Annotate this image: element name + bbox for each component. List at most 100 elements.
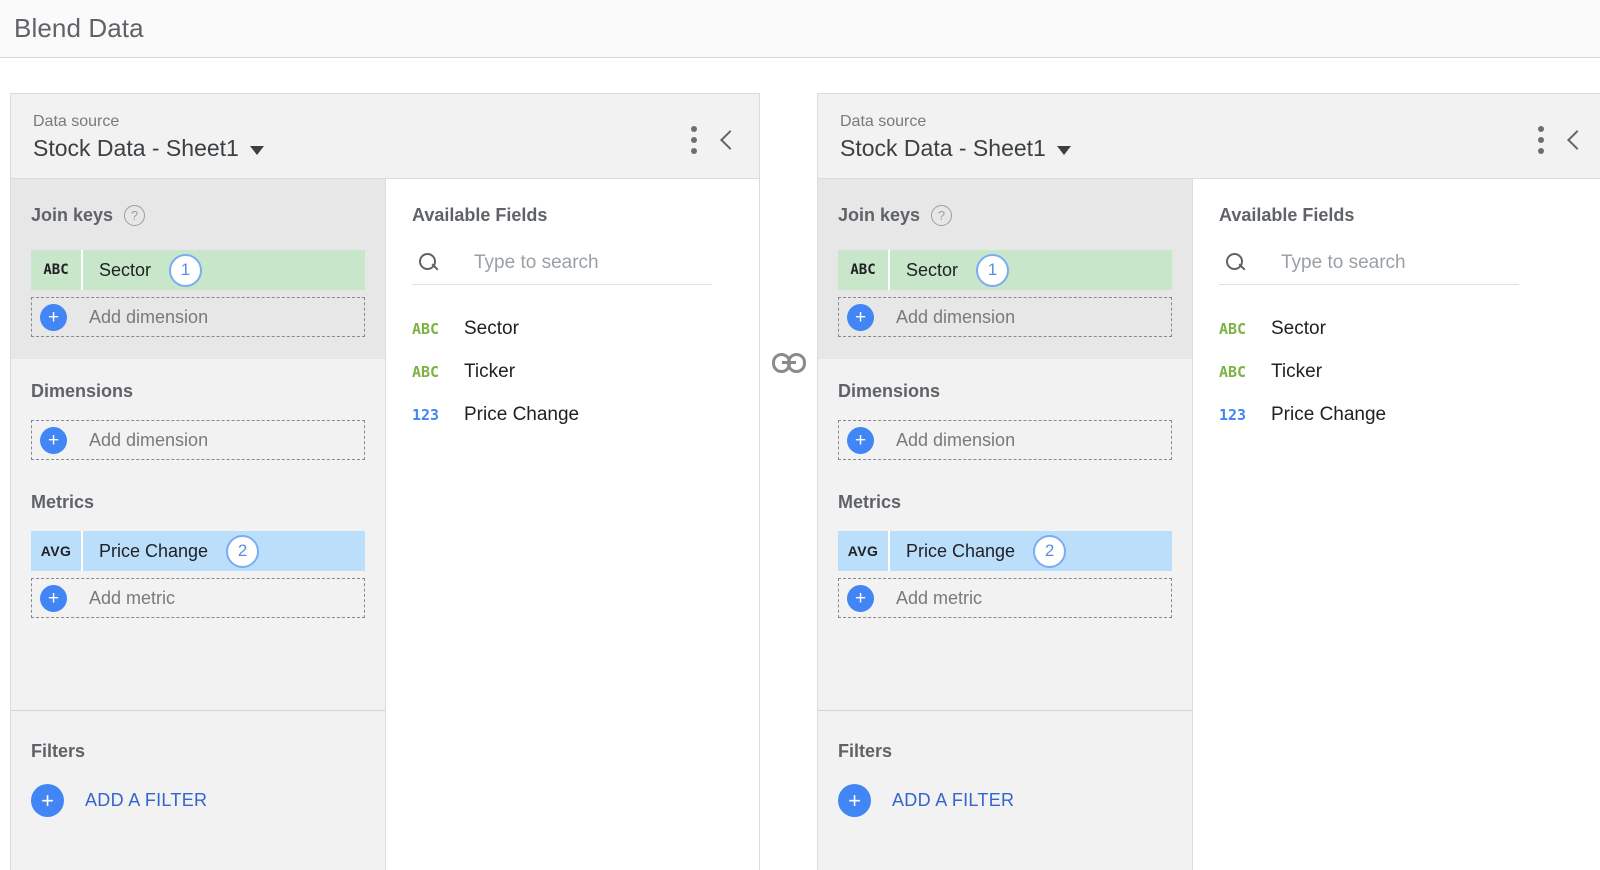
add-dimension-1[interactable]: + Add dimension [31,420,365,460]
number-field-icon: 123 [1219,406,1271,424]
data-source-block-1[interactable]: Data source Stock Data - Sheet1 [33,112,687,162]
chevron-left-icon[interactable] [717,130,737,150]
metric-aggregation-badge: AVG [31,531,83,571]
join-key-pill-1[interactable]: ABC Sector 1 [31,250,365,290]
field-name: Price Change [1271,404,1386,426]
join-keys-section-1: Join keys ? ABC Sector 1 + Add dimension [11,179,385,359]
list-item[interactable]: 123 Price Change [412,393,733,436]
add-join-key-dimension-2[interactable]: + Add dimension [838,297,1172,337]
metric-name: Price Change [83,541,208,562]
add-dimension-label: Add dimension [67,307,208,328]
list-item[interactable]: ABC Ticker [412,350,733,393]
panels-row: Data source Stock Data - Sheet1 Join key… [0,93,1600,870]
data-source-selector-2[interactable]: Stock Data - Sheet1 [840,134,1534,162]
plus-icon: + [40,427,67,454]
dimensions-title-2: Dimensions [838,381,940,402]
add-join-key-dimension-1[interactable]: + Add dimension [31,297,365,337]
number-field-icon: 123 [412,406,464,424]
available-fields-search-1[interactable]: Type to search [412,252,712,285]
search-placeholder: Type to search [1247,252,1406,274]
add-filter-button-2[interactable]: + ADD A FILTER [838,784,1172,817]
help-icon[interactable]: ? [931,205,952,226]
field-name: Ticker [1271,361,1322,383]
add-dimension-label: Add dimension [874,430,1015,451]
add-metric-1[interactable]: + Add metric [31,578,365,618]
field-type-badge: ABC [31,250,83,290]
panel-config-column-1: Join keys ? ABC Sector 1 + Add dimension [11,179,386,870]
available-fields-column-2: Available Fields Type to search ABC Sect… [1193,179,1600,870]
chevron-down-icon[interactable] [1057,146,1071,155]
more-options-icon[interactable] [687,122,695,158]
join-key-pill-2[interactable]: ABC Sector 1 [838,250,1172,290]
list-item[interactable]: 123 Price Change [1219,393,1580,436]
data-source-label-2: Data source [840,112,1534,132]
panel-config-column-2: Join keys ? ABC Sector 1 + Add dimension [818,179,1193,870]
add-filter-button-1[interactable]: + ADD A FILTER [31,784,365,817]
data-source-selector-1[interactable]: Stock Data - Sheet1 [33,134,687,162]
search-icon [418,252,440,274]
plus-icon: + [847,585,874,612]
filters-section-2: Filters + ADD A FILTER [818,710,1192,870]
dimensions-metrics-section-2: Dimensions + Add dimension Metrics AVG P… [818,359,1192,710]
list-item[interactable]: ABC Sector [412,307,733,350]
panel-header-actions-1 [687,112,737,158]
dimensions-header-1: Dimensions [31,381,365,402]
field-name: Sector [83,260,151,281]
metric-order-badge: 2 [226,535,259,568]
add-filter-label: ADD A FILTER [871,790,1014,811]
dimensions-header-2: Dimensions [838,381,1172,402]
blend-panel-2: Data source Stock Data - Sheet1 Join key… [817,93,1600,870]
available-fields-search-2[interactable]: Type to search [1219,252,1519,285]
join-link-indicator[interactable] [768,343,810,383]
metrics-title-2: Metrics [838,492,901,513]
search-icon [1225,252,1247,274]
search-placeholder: Type to search [440,252,599,274]
add-dimension-2[interactable]: + Add dimension [838,420,1172,460]
join-keys-title-1: Join keys [31,205,113,226]
link-icon [772,353,806,373]
text-field-icon: ABC [412,363,464,381]
join-keys-section-2: Join keys ? ABC Sector 1 + Add dimension [818,179,1192,359]
field-name: Ticker [464,361,515,383]
add-metric-label: Add metric [874,588,982,609]
title-bar: Blend Data [0,0,1600,58]
filters-title-1: Filters [31,741,365,762]
help-icon[interactable]: ? [124,205,145,226]
plus-icon: + [40,585,67,612]
field-name: Sector [464,318,519,340]
data-source-label-1: Data source [33,112,687,132]
panel-body-2: Join keys ? ABC Sector 1 + Add dimension [818,179,1600,870]
panel-header-2: Data source Stock Data - Sheet1 [818,94,1600,179]
chevron-down-icon[interactable] [250,146,264,155]
filters-title-2: Filters [838,741,1172,762]
metrics-header-1: Metrics [31,492,365,513]
filters-section-1: Filters + ADD A FILTER [11,710,385,870]
join-keys-header-1: Join keys ? [31,205,365,226]
more-options-icon[interactable] [1534,122,1542,158]
data-source-block-2[interactable]: Data source Stock Data - Sheet1 [840,112,1534,162]
join-key-order-badge: 1 [169,254,202,287]
plus-icon: + [847,304,874,331]
metrics-header-2: Metrics [838,492,1172,513]
text-field-icon: ABC [1219,363,1271,381]
add-metric-2[interactable]: + Add metric [838,578,1172,618]
available-fields-column-1: Available Fields Type to search ABC Sect… [386,179,759,870]
list-item[interactable]: ABC Ticker [1219,350,1580,393]
metric-name: Price Change [890,541,1015,562]
metric-pill-2[interactable]: AVG Price Change 2 [838,531,1172,571]
list-item[interactable]: ABC Sector [1219,307,1580,350]
add-filter-label: ADD A FILTER [64,790,207,811]
dimensions-metrics-section-1: Dimensions + Add dimension Metrics AVG P… [11,359,385,710]
field-name: Sector [1271,318,1326,340]
panel-body-1: Join keys ? ABC Sector 1 + Add dimension [11,179,759,870]
plus-icon: + [31,784,64,817]
page-title: Blend Data [14,13,144,44]
chevron-left-icon[interactable] [1564,130,1584,150]
metric-pill-1[interactable]: AVG Price Change 2 [31,531,365,571]
field-type-badge: ABC [838,250,890,290]
data-source-name-1: Stock Data - Sheet1 [33,134,239,162]
join-keys-title-2: Join keys [838,205,920,226]
field-name: Sector [890,260,958,281]
add-dimension-label: Add dimension [67,430,208,451]
plus-icon: + [847,427,874,454]
